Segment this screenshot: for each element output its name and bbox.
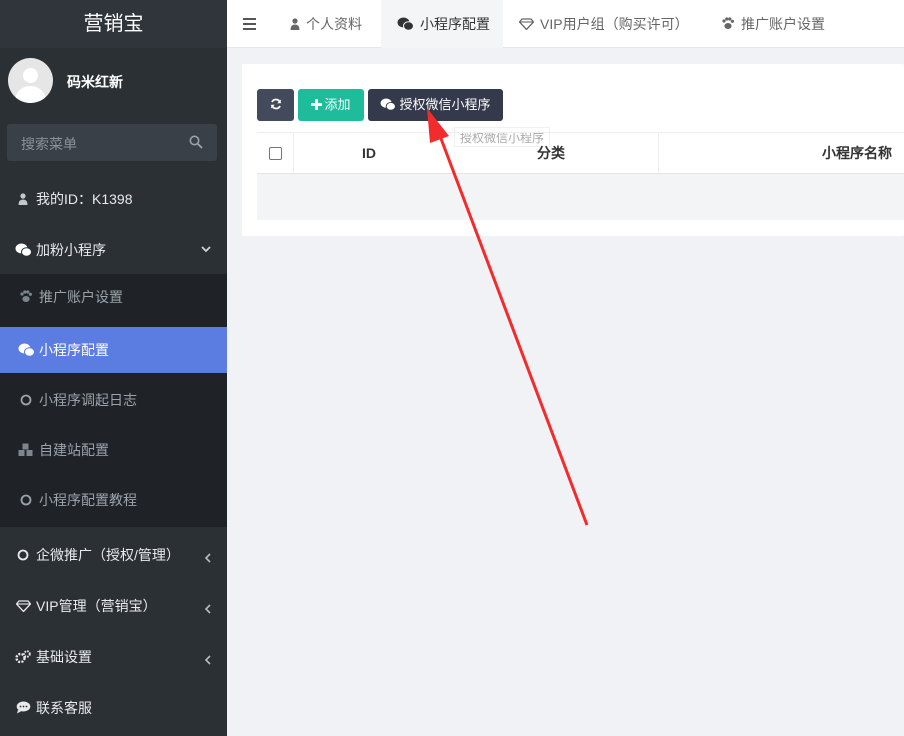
sidebar-item-invoke-log[interactable]: 小程序调起日志 [0, 377, 227, 423]
table-header: ID 分类 小程序名称 [257, 132, 904, 174]
column-header-miniprogram-name[interactable]: 小程序名称 [822, 133, 892, 174]
tab-vip-group[interactable]: VIP用户组（购买许可） [518, 0, 689, 48]
tab-promo-account[interactable]: 推广账户设置 [721, 0, 841, 48]
table-empty-row [257, 174, 904, 220]
paw-icon [17, 274, 35, 320]
plus-icon [311, 99, 323, 110]
diamond-icon [518, 0, 535, 48]
cubes-icon [17, 427, 35, 473]
content-panel: 添加 授权微信小程序 授权微信小程序 ID 分类 小程序名称 [242, 64, 904, 236]
search-input[interactable]: 搜索菜单 [7, 124, 217, 161]
sub-item-label: 自建站配置 [39, 442, 109, 458]
paw-icon [721, 0, 735, 48]
sub-item-label: 推广账户设置 [39, 289, 123, 305]
search-placeholder: 搜索菜单 [21, 136, 77, 152]
tab-label: 个人资料 [306, 16, 362, 32]
menu-item-label: 企微推广（授权/管理） [36, 547, 180, 563]
add-label: 添加 [324, 97, 351, 112]
sidebar-item-tutorial[interactable]: 小程序配置教程 [0, 477, 227, 523]
menu-item-label: 基础设置 [36, 649, 92, 665]
chevron-left-icon [204, 587, 211, 633]
cogs-icon [14, 634, 32, 680]
sidebar-item-vip[interactable]: VIP管理（营销宝） [0, 583, 227, 629]
sub-item-label: 小程序配置教程 [39, 492, 137, 508]
wechat-icon [397, 0, 414, 48]
circle-icon [17, 477, 35, 523]
tab-label: VIP用户组（购买许可） [540, 16, 689, 32]
user-icon [290, 0, 300, 48]
tab-label: 小程序配置 [420, 16, 490, 32]
chevron-left-icon [204, 536, 211, 582]
menu-item-label: 联系客服 [36, 700, 92, 716]
authorize-label: 授权微信小程序 [399, 97, 491, 112]
chevron-down-icon [201, 227, 211, 273]
refresh-button[interactable] [257, 89, 294, 121]
search-icon[interactable] [189, 135, 203, 149]
sidebar-item-promo-account[interactable]: 推广账户设置 [0, 274, 227, 320]
circle-icon [17, 377, 35, 423]
data-table: ID 分类 小程序名称 [257, 132, 904, 220]
app-logo[interactable]: 营销宝 [0, 0, 227, 48]
sidebar-item-contact[interactable]: 联系客服 [0, 685, 227, 731]
wechat-icon [14, 227, 32, 273]
sidebar-item-miniprogram-config[interactable]: 小程序配置 [0, 327, 227, 373]
sidebar: 营销宝 码米红新 搜索菜单 我的ID：K1398 加粉小程序 推广账户设置 小程… [0, 0, 227, 736]
wechat-icon [17, 327, 35, 373]
submenu: 推广账户设置 小程序配置 小程序调起日志 自建站配置 小程序配置教程 [0, 274, 227, 527]
refresh-icon [270, 98, 281, 110]
menu-item-label: VIP管理（营销宝） [36, 598, 157, 614]
add-button[interactable]: 添加 [298, 89, 364, 121]
authorize-wechat-miniprogram-button[interactable]: 授权微信小程序 [368, 89, 503, 121]
tab-label: 推广账户设置 [741, 16, 825, 32]
column-header-id[interactable]: ID [362, 133, 376, 174]
column-header-category[interactable]: 分类 [537, 133, 565, 174]
sidebar-item-qiwei[interactable]: 企微推广（授权/管理） [0, 532, 227, 578]
sub-item-label: 小程序配置 [39, 342, 109, 358]
circle-icon [14, 532, 32, 578]
group-label: 加粉小程序 [36, 242, 106, 258]
sidebar-item-self-site[interactable]: 自建站配置 [0, 427, 227, 473]
chevron-left-icon [204, 638, 211, 684]
diamond-icon [14, 583, 32, 629]
sidebar-group-jiafen[interactable]: 加粉小程序 [0, 227, 227, 273]
tab-miniprogram-config[interactable]: 小程序配置 [381, 0, 503, 48]
top-nav: 个人资料 小程序配置 VIP用户组（购买许可） 推广账户设置 [227, 0, 904, 48]
select-all-checkbox[interactable] [269, 147, 282, 160]
sidebar-item-my-id: 我的ID：K1398 [0, 176, 227, 222]
wechat-icon [381, 98, 397, 111]
sidebar-item-basic-settings[interactable]: 基础设置 [0, 634, 227, 680]
avatar[interactable] [8, 58, 53, 103]
my-id-label: 我的ID：K1398 [36, 191, 133, 207]
user-name: 码米红新 [67, 74, 123, 90]
hamburger-icon[interactable] [243, 17, 257, 31]
user-icon [14, 176, 32, 222]
comment-icon [14, 685, 32, 731]
tab-profile[interactable]: 个人资料 [290, 0, 380, 48]
sub-item-label: 小程序调起日志 [39, 392, 137, 408]
